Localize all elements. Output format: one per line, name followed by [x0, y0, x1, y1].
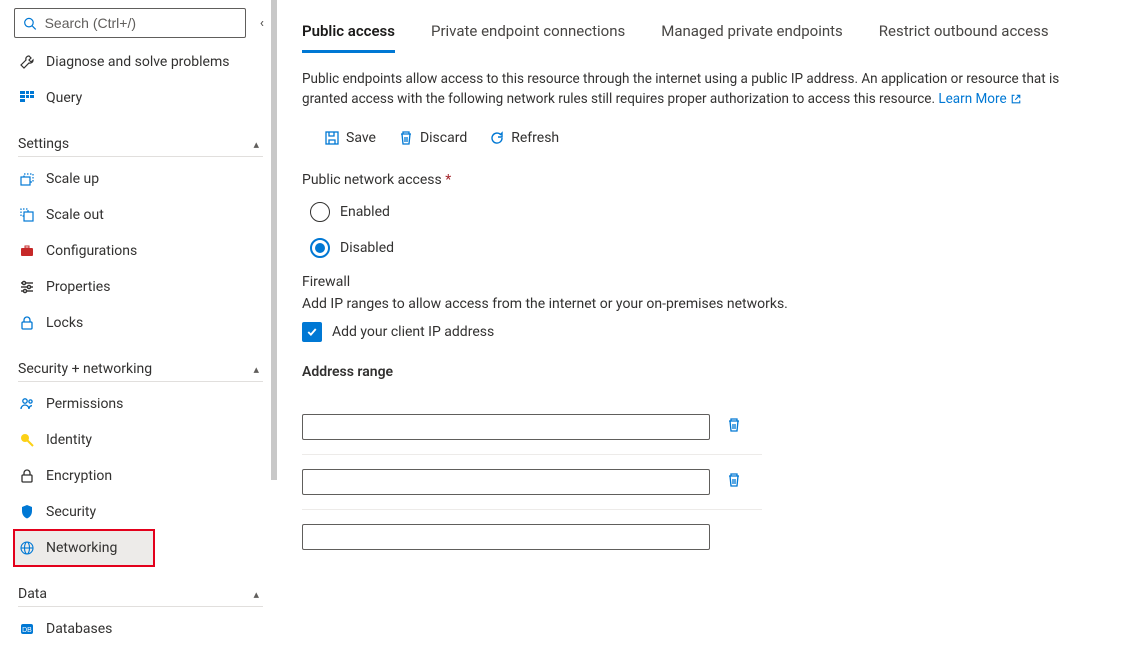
- refresh-icon: [489, 130, 505, 146]
- sidebar: ‹‹ Diagnose and solve problems Query Set…: [0, 0, 278, 647]
- radio-disabled[interactable]: Disabled: [310, 238, 1134, 258]
- sidebar-item-label: Configurations: [46, 243, 137, 259]
- sidebar-item-scale-up[interactable]: Scale up: [14, 161, 269, 197]
- sidebar-item-diagnose[interactable]: Diagnose and solve problems: [14, 44, 269, 80]
- refresh-button[interactable]: Refresh: [489, 130, 559, 146]
- address-range-row: [302, 510, 762, 564]
- save-icon: [324, 130, 340, 146]
- tab-public-access[interactable]: Public access: [302, 22, 395, 53]
- shield-icon: [18, 503, 36, 521]
- delete-row-button[interactable]: [726, 472, 742, 492]
- search-box[interactable]: [14, 8, 246, 38]
- svg-text:DB: DB: [22, 627, 32, 634]
- grid-icon: [18, 89, 36, 107]
- save-button[interactable]: Save: [324, 130, 376, 146]
- chevron-up-icon: [253, 361, 259, 377]
- tab-private-endpoint-connections[interactable]: Private endpoint connections: [431, 22, 625, 53]
- sidebar-item-label: Query: [46, 90, 82, 106]
- external-link-icon: [1010, 91, 1022, 111]
- sidebar-item-label: Locks: [46, 315, 83, 331]
- description-text: Public endpoints allow access to this re…: [302, 69, 1082, 112]
- delete-row-button[interactable]: [726, 417, 742, 437]
- main-content: Public access Private endpoint connectio…: [278, 0, 1134, 647]
- address-range-input[interactable]: [302, 414, 710, 440]
- radio-enabled[interactable]: Enabled: [310, 202, 1134, 222]
- collapse-sidebar-icon[interactable]: ‹‹: [254, 16, 260, 31]
- sidebar-item-label: Scale out: [46, 207, 104, 223]
- scrollbar[interactable]: [271, 0, 277, 480]
- section-header-data[interactable]: Data: [18, 586, 277, 602]
- address-range-header: Address range: [302, 364, 1134, 380]
- public-network-access-radio-group: Enabled Disabled: [310, 202, 1134, 258]
- add-client-ip-checkbox[interactable]: Add your client IP address: [302, 322, 1134, 342]
- chevron-up-icon: [253, 136, 259, 152]
- identity-icon: [18, 431, 36, 449]
- lock-icon: [18, 314, 36, 332]
- radio-icon: [310, 202, 330, 222]
- section-header-settings[interactable]: Settings: [18, 136, 277, 152]
- address-range-input[interactable]: [302, 469, 710, 495]
- firewall-subtitle: Add IP ranges to allow access from the i…: [302, 296, 1134, 312]
- address-range-input[interactable]: [302, 524, 710, 550]
- trash-icon: [398, 130, 414, 146]
- radio-icon: [310, 238, 330, 258]
- sidebar-item-label: Security: [46, 504, 96, 520]
- toolbar: Save Discard Refresh: [324, 130, 1134, 146]
- firewall-title: Firewall: [302, 274, 1134, 290]
- sidebar-item-label: Identity: [46, 432, 92, 448]
- sidebar-item-query[interactable]: Query: [14, 80, 269, 116]
- search-input[interactable]: [43, 14, 237, 32]
- sidebar-item-security[interactable]: Security: [14, 494, 269, 530]
- sidebar-item-permissions[interactable]: Permissions: [14, 386, 269, 422]
- sidebar-item-databases[interactable]: DB Databases: [14, 611, 269, 647]
- tab-managed-private-endpoints[interactable]: Managed private endpoints: [661, 22, 843, 53]
- tabs: Public access Private endpoint connectio…: [302, 22, 1134, 53]
- sidebar-item-encryption[interactable]: Encryption: [14, 458, 269, 494]
- sidebar-item-properties[interactable]: Properties: [14, 269, 269, 305]
- address-range-row: [302, 400, 762, 455]
- scaleout-icon: [18, 206, 36, 224]
- wrench-icon: [18, 53, 36, 71]
- search-icon: [23, 16, 37, 31]
- sidebar-item-label: Scale up: [46, 171, 99, 187]
- sidebar-item-configurations[interactable]: Configurations: [14, 233, 269, 269]
- sidebar-item-label: Permissions: [46, 396, 123, 412]
- sidebar-item-locks[interactable]: Locks: [14, 305, 269, 341]
- sidebar-item-label: Networking: [46, 540, 117, 556]
- sidebar-item-scale-out[interactable]: Scale out: [14, 197, 269, 233]
- address-range-row: [302, 455, 762, 510]
- briefcase-icon: [18, 242, 36, 260]
- section-header-security-networking[interactable]: Security + networking: [18, 361, 277, 377]
- properties-icon: [18, 278, 36, 296]
- database-icon: DB: [18, 620, 36, 638]
- public-network-access-label: Public network access *: [302, 172, 1134, 188]
- sidebar-item-networking[interactable]: Networking: [14, 530, 154, 566]
- globe-icon: [18, 539, 36, 557]
- trash-icon: [726, 472, 742, 488]
- sidebar-item-label: Encryption: [46, 468, 112, 484]
- checkbox-checked-icon: [302, 322, 322, 342]
- sidebar-item-identity[interactable]: Identity: [14, 422, 269, 458]
- lock-icon: [18, 467, 36, 485]
- trash-icon: [726, 417, 742, 433]
- scaleup-icon: [18, 170, 36, 188]
- discard-button[interactable]: Discard: [398, 130, 467, 146]
- people-icon: [18, 395, 36, 413]
- learn-more-link[interactable]: Learn More: [938, 91, 1022, 107]
- chevron-up-icon: [253, 586, 259, 602]
- sidebar-item-label: Databases: [46, 621, 112, 637]
- sidebar-item-label: Diagnose and solve problems: [46, 54, 229, 70]
- tab-restrict-outbound-access[interactable]: Restrict outbound access: [879, 22, 1049, 53]
- sidebar-item-label: Properties: [46, 279, 110, 295]
